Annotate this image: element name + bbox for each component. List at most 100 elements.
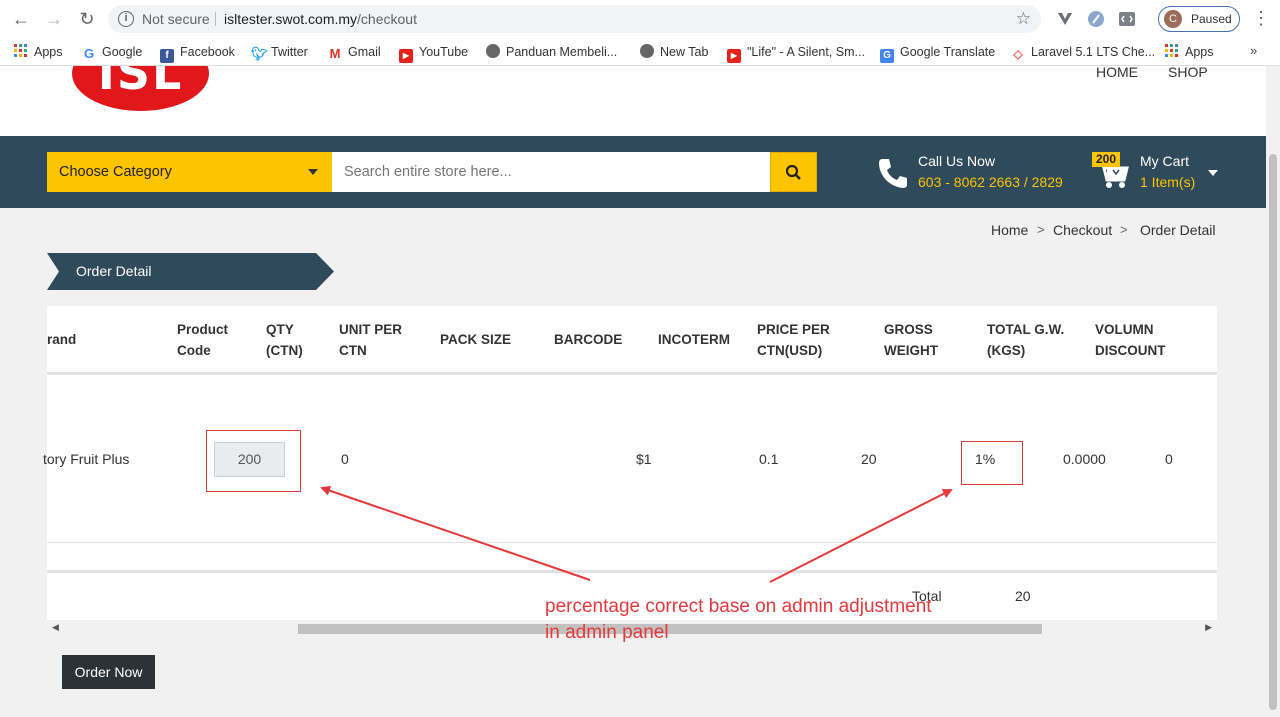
bookmark-google-translate[interactable]: G Google Translate [880,43,996,63]
globe-icon [640,44,654,58]
chevron-down-icon[interactable] [1208,170,1218,176]
facebook-icon: f [160,49,174,63]
bookmark-youtube[interactable]: ▶ YouTube [399,43,469,63]
cart-label[interactable]: My Cart [1140,153,1189,169]
address-bar[interactable]: i Not secure isltester.swot.com.my/check… [108,5,1041,33]
cell-total-gw: 20 [861,451,877,467]
bookmark-life-video[interactable]: ▶ "Life" - A Silent, Sm... [727,43,865,63]
globe-icon [486,44,500,58]
avatar: C [1164,10,1182,28]
th-gross-weight: GROSS WEIGHT [884,322,938,358]
bookmark-label: Panduan Membeli... [506,45,618,59]
logo-text: ISL [97,66,184,100]
twitter-icon: 🐦︎ [251,46,268,61]
search-button[interactable] [770,152,817,192]
annotation-text: percentage correct base on admin adjustm… [545,594,932,646]
breadcrumb-separator: > [1037,222,1045,237]
bookmark-star-icon[interactable]: ☆ [1016,5,1031,33]
bookmark-apps-2[interactable]: Apps [1165,43,1214,61]
category-select[interactable]: Choose Category [47,152,332,192]
forward-icon[interactable]: → [43,8,65,30]
cell-gross-weight: 0.1 [759,451,779,467]
bookmark-label: Apps [1185,45,1214,59]
breadcrumb-checkout[interactable]: Checkout [1053,222,1112,238]
kebab-menu-icon[interactable]: ⋮ [1252,8,1270,29]
th-unit-per-ctn: UNIT PER CTN [339,322,403,358]
call-number[interactable]: 603 - 8062 2663 / 2829 [918,174,1063,190]
bookmark-google[interactable]: G Google [82,43,142,61]
bookmark-panduan[interactable]: Panduan Membeli... [486,43,617,61]
url-host: isltester.swot.com.my [224,11,358,27]
bookmark-new-tab[interactable]: New Tab [640,43,708,61]
qty-input[interactable]: 200 [214,442,285,477]
breadcrumb-current: Order Detail [1140,222,1216,238]
call-label: Call Us Now [918,153,996,169]
th-total-gw: TOTAL G.W. (KGS) [987,322,1065,358]
extension-feather-icon[interactable] [1087,10,1105,28]
search-input[interactable] [332,152,770,192]
bookmark-twitter[interactable]: 🐦︎ Twitter [251,43,308,61]
th-incoterm: INCOTERM [658,332,730,347]
scroll-thumb[interactable] [1269,154,1277,710]
back-icon[interactable]: ← [10,8,32,30]
bookmark-label: Laravel 5.1 LTS Che... [1031,45,1156,59]
chevron-down-icon [308,169,318,175]
gmail-icon: M [329,46,341,61]
info-icon[interactable]: i [118,11,134,27]
cell-value-a: 0.0000 [1063,451,1106,467]
order-now-button[interactable]: Order Now [62,655,155,689]
reload-icon[interactable]: ↻ [76,8,98,30]
header-divider [47,372,1217,375]
site-header: ISL HOME SHOP [0,66,1266,136]
bookmark-laravel[interactable]: ◇ Laravel 5.1 LTS Che... [1011,43,1155,61]
bookmarks-overflow-icon[interactable]: » [1250,43,1257,58]
profile-button[interactable]: C Paused [1158,6,1240,32]
order-detail-title: Order Detail [76,263,152,279]
youtube-icon: ▶ [727,49,741,63]
url-path: /checkout [357,11,417,27]
bookmark-label: Twitter [271,45,308,59]
row-divider [47,542,1217,543]
th-volumn-discount: VOLUMN DISCOUNT [1095,322,1166,358]
cell-value-b: 0 [1165,451,1173,467]
scroll-left-icon[interactable]: ◀ [52,622,59,633]
site-logo[interactable]: ISL [72,66,209,111]
th-brand: rand [47,332,77,347]
bookmarks-bar: Apps G Google f Facebook 🐦︎ Twitter M Gmail … [0,38,1280,66]
profile-status: Paused [1191,12,1232,26]
extension-code-icon[interactable] [1118,10,1136,28]
bookmark-label: YouTube [419,45,469,59]
cell-price: $1 [636,451,652,467]
bookmark-apps[interactable]: Apps [14,43,63,61]
scroll-right-icon[interactable]: ▶ [1205,622,1212,633]
cart-count-badge: 200 [1092,152,1121,167]
annotation-line-1: percentage correct base on admin adjustm… [545,596,932,617]
bookmark-label: Google [102,45,143,59]
url-text: isltester.swot.com.my/checkout [224,5,417,33]
omnibox-divider [215,12,216,26]
category-label: Choose Category [59,164,172,180]
vertical-scrollbar[interactable] [1266,66,1280,717]
total-value: 20 [1015,588,1031,604]
cell-unit-per-ctn: 0 [341,451,349,467]
phone-icon [879,159,907,188]
annotation-line-2: in admin panel [545,622,669,643]
nav-home[interactable]: HOME [1096,66,1138,80]
security-label: Not secure [142,11,210,27]
youtube-icon: ▶ [399,49,413,63]
apps-grid-icon [1165,44,1179,58]
nav-shop[interactable]: SHOP [1168,66,1208,80]
translate-icon: G [880,49,894,63]
extension-v-icon[interactable] [1056,10,1074,28]
bookmark-label: Google Translate [900,45,996,59]
apps-grid-icon [14,44,28,58]
cart-items-count[interactable]: 1 Item(s) [1140,174,1195,190]
bookmark-gmail[interactable]: M Gmail [328,43,381,61]
laravel-icon: ◇ [1013,47,1023,61]
browser-toolbar: ← → ↻ i Not secure isltester.swot.com.my… [0,0,1280,38]
th-barcode: BARCODE [554,332,623,347]
bookmark-label: "Life" - A Silent, Sm... [747,45,865,59]
breadcrumb-home[interactable]: Home [991,222,1028,238]
search-icon [785,164,801,180]
bookmark-facebook[interactable]: f Facebook [160,43,235,63]
